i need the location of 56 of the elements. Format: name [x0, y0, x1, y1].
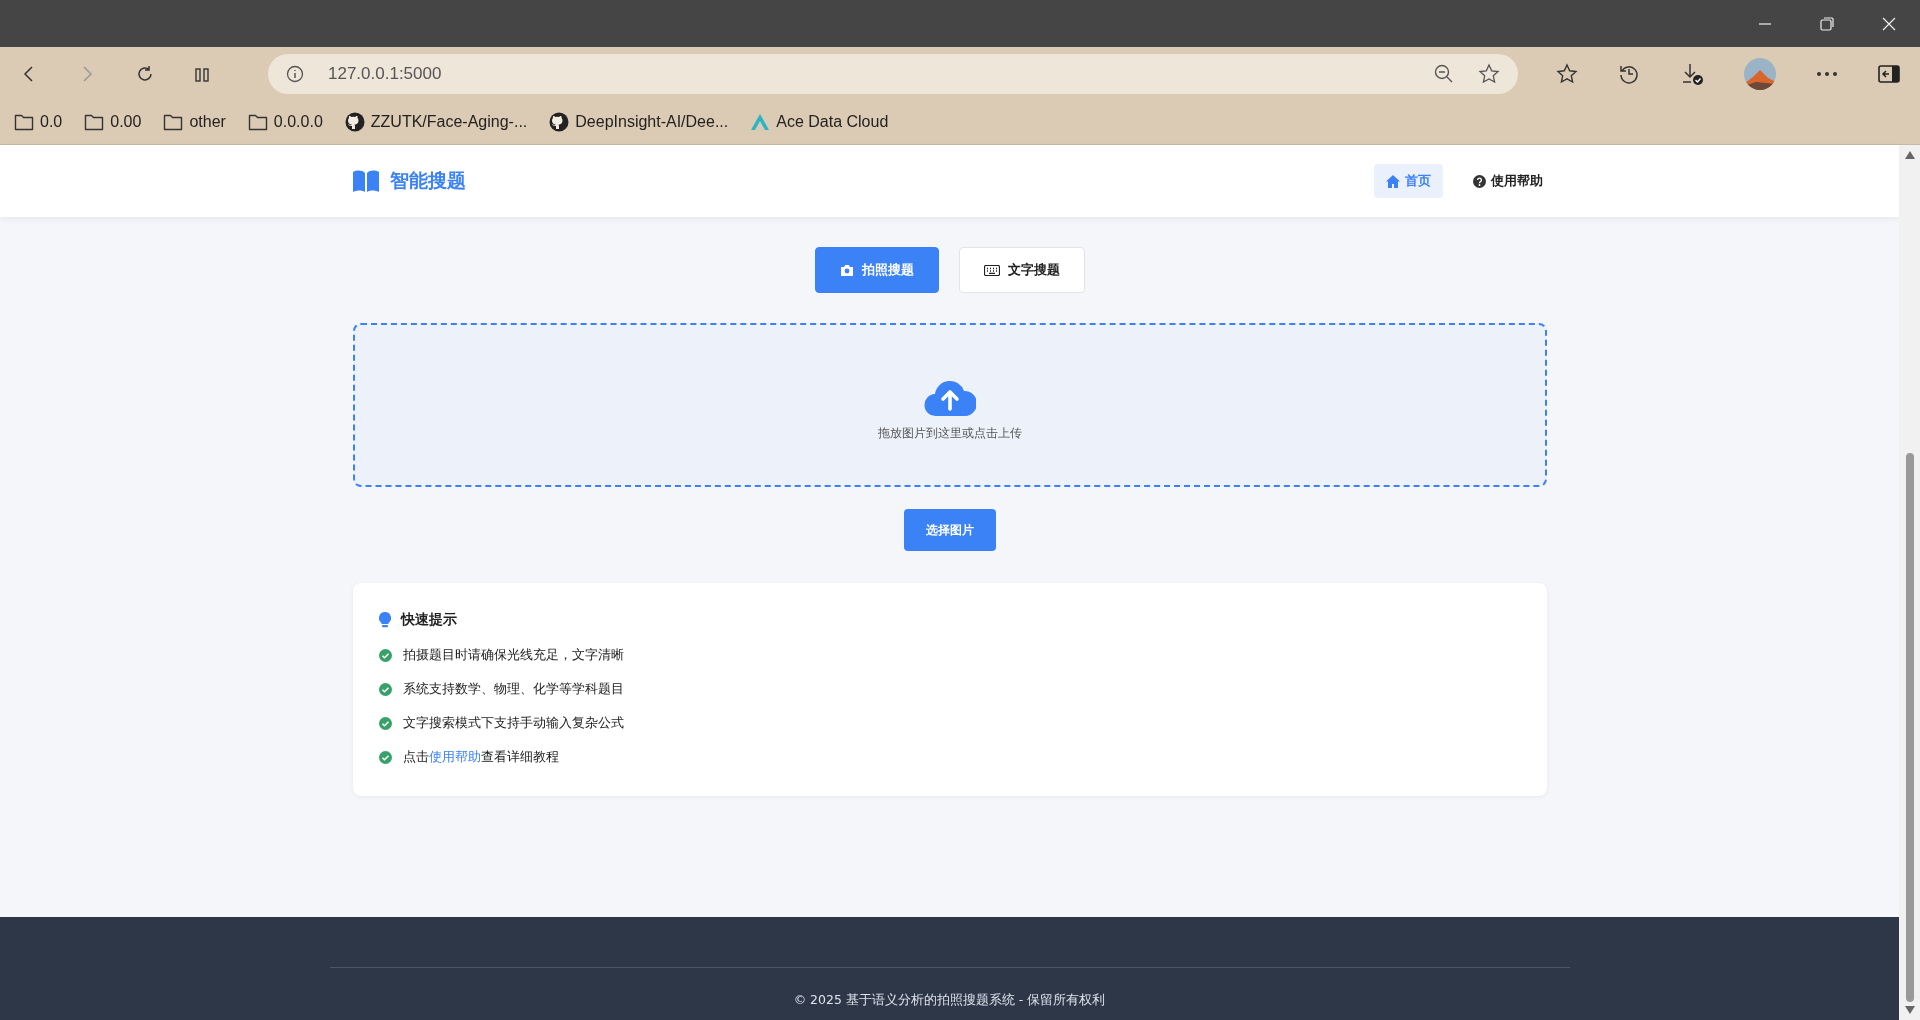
copyright-text: © 2025 基于语义分析的拍照搜题系统 - 保留所有权利	[793, 992, 1106, 1009]
bookmark[interactable]: Ace Data Cloud	[750, 113, 889, 131]
check-circle-icon	[378, 649, 392, 662]
cloud-upload-icon	[923, 378, 976, 417]
close-icon[interactable]	[1882, 16, 1896, 31]
book-icon	[352, 170, 380, 192]
mode-tab[interactable]: 文字搜题	[958, 247, 1085, 293]
tip-text: 拍摄题目时请确保光线充足，文字清晰	[402, 647, 624, 664]
help-link[interactable]: 使用帮助	[428, 749, 481, 764]
keyboard-icon	[983, 264, 1000, 276]
help-icon	[1473, 174, 1486, 188]
check-circle-icon	[378, 717, 392, 730]
bookmark[interactable]: 0.0	[14, 113, 63, 131]
reload-icon[interactable]	[136, 64, 154, 83]
home-icon	[1386, 174, 1400, 188]
tip-text: 点击使用帮助查看详细教程	[402, 749, 559, 766]
github-icon	[549, 112, 570, 132]
profile-avatar-icon[interactable]	[1744, 57, 1776, 90]
url-text: 127.0.0.1:5000	[328, 63, 442, 84]
folder-icon	[14, 113, 34, 131]
camera-icon	[839, 264, 854, 276]
check-circle-icon	[378, 751, 392, 764]
star-icon[interactable]	[1478, 62, 1500, 85]
scroll-down-icon[interactable]	[1904, 1006, 1915, 1014]
address-bar[interactable]: 127.0.0.1:5000	[268, 53, 1518, 94]
tips-title: 快速提示	[400, 611, 457, 629]
scroll-up-icon[interactable]	[1904, 151, 1915, 159]
site-title[interactable]: 智能搜题	[390, 168, 466, 194]
more-icon[interactable]	[1816, 70, 1838, 77]
scrollbar[interactable]	[1899, 145, 1920, 1020]
triangle-logo-icon	[750, 113, 771, 131]
bookmark[interactable]: 0.0.0.0	[247, 113, 323, 131]
restore-icon[interactable]	[1820, 16, 1834, 31]
tip-text: 文字搜索模式下支持手动输入复杂公式	[402, 715, 624, 732]
tip-text: 系统支持数学、物理、化学等学科题目	[402, 681, 624, 698]
folder-icon	[247, 113, 268, 131]
zoom-out-icon[interactable]	[1434, 63, 1454, 84]
favorites-icon[interactable]	[1556, 62, 1578, 85]
folder-icon	[84, 113, 105, 131]
lightbulb-icon	[378, 611, 391, 629]
upload-dropzone[interactable]: 拖放图片到这里或点击上传	[352, 323, 1547, 487]
bookmark[interactable]: ZZUTK/Face-Aging-...	[344, 112, 528, 132]
bookmark[interactable]: other	[163, 113, 226, 131]
download-icon[interactable]	[1680, 61, 1704, 86]
github-icon	[344, 112, 365, 132]
check-circle-icon	[378, 683, 392, 696]
nav-link[interactable]: 使用帮助	[1461, 164, 1555, 198]
info-icon[interactable]	[286, 64, 304, 83]
sidebar-icon[interactable]	[1878, 63, 1900, 84]
folder-icon	[163, 113, 184, 131]
bookmark[interactable]: DeepInsight-AI/Dee...	[549, 112, 729, 132]
upload-hint: 拖放图片到这里或点击上传	[877, 424, 1022, 442]
mode-tab[interactable]: 拍照搜题	[814, 247, 939, 293]
bookmark[interactable]: 0.00	[84, 113, 142, 131]
scrollbar-thumb[interactable]	[1905, 453, 1914, 1002]
choose-image-button[interactable]: 选择图片	[903, 509, 996, 551]
